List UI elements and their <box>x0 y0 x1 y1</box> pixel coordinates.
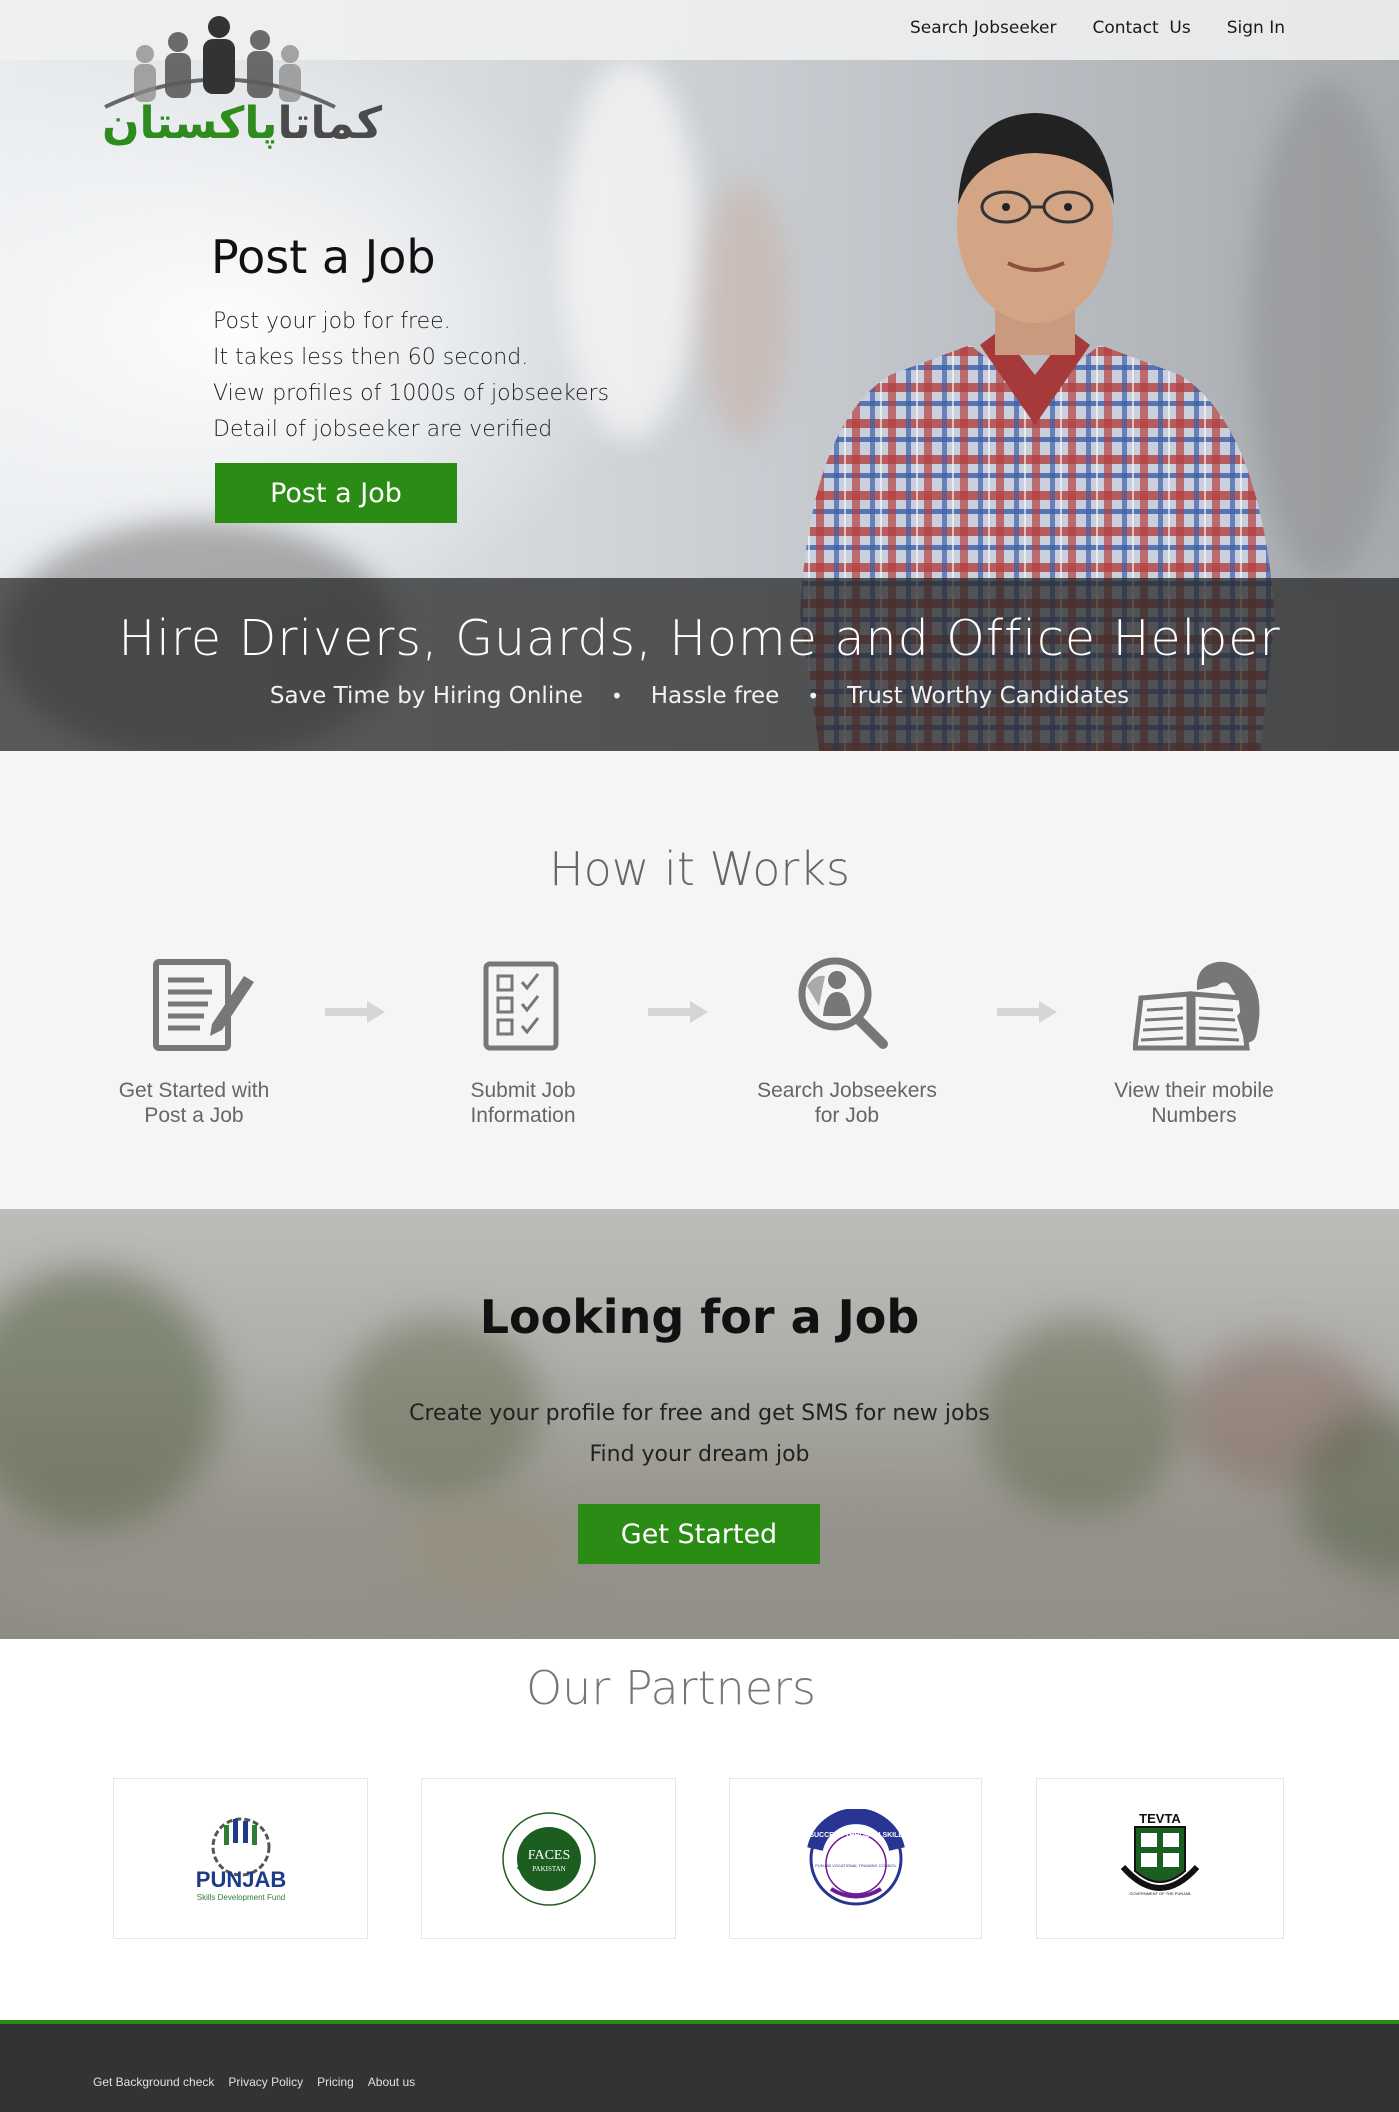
punjab-logo-text: PUNJAB <box>195 1867 285 1892</box>
nav-search-jobseeker[interactable]: Search Jobseeker <box>910 18 1056 38</box>
looking-for-job-title: Looking for a Job <box>479 1290 920 1344</box>
step-label: Get Started with Post a Job <box>84 1078 304 1128</box>
bullet-separator: • <box>610 684 623 708</box>
partners-title: Our Partners <box>525 1661 817 1715</box>
bullet-separator: • <box>807 684 820 708</box>
footer-link-background-check[interactable]: Get Background check <box>93 2075 214 2089</box>
arrow-right-icon <box>325 1001 385 1023</box>
hero-line: It takes less then 60 second. <box>213 345 529 370</box>
tevta-logo: TEVTA GOVERNMENT OF THE PUNJAB <box>1120 1811 1200 1896</box>
partner-card[interactable]: SUCCESS THROUGH SKILL PUNJAB VOCATIONAL … <box>729 1778 982 1939</box>
step-label: Submit Job Information <box>413 1078 633 1128</box>
logo-text-green: پاکستان <box>102 98 278 149</box>
hire-banner-title: Hire Drivers, Guards, Home and Office He… <box>118 610 1281 667</box>
post-job-button[interactable]: Post a Job <box>215 463 457 523</box>
get-started-button[interactable]: Get Started <box>578 1504 820 1564</box>
how-it-works-title: How it Works <box>549 842 850 896</box>
pvtc-logo-text: PUNJAB VOCATIONAL TRAINING COUNCIL <box>815 1863 897 1868</box>
pvtc-logo: SUCCESS THROUGH SKILL PUNJAB VOCATIONAL … <box>806 1808 905 1905</box>
hero-line: Detail of jobseeker are verified <box>213 417 553 442</box>
tevta-logo-text: TEVTA <box>1139 1811 1181 1826</box>
hire-benefit: Save Time by Hiring Online <box>269 683 583 709</box>
footer-link-pricing[interactable]: Pricing <box>317 2075 354 2089</box>
step-label: View their mobile Numbers <box>1084 1078 1304 1128</box>
step-label-line: for Job <box>814 1104 880 1127</box>
step-label-line: Information <box>470 1104 576 1127</box>
faces-logo-subtext: PAKISTAN <box>532 1865 565 1873</box>
logo-text-dark: کماتا <box>277 98 383 149</box>
document-pen-icon <box>153 959 254 1051</box>
arrow-right-icon <box>997 1001 1057 1023</box>
step-label: Search Jobseekers for Job <box>737 1078 957 1128</box>
search-person-icon <box>798 957 888 1049</box>
faces-pakistan-logo: FACES PAKISTAN <box>501 1811 596 1906</box>
hero-line: View profiles of 1000s of jobseekers <box>213 381 610 406</box>
hire-benefit: Trust Worthy Candidates <box>847 683 1130 709</box>
logo-text: کماتاپاکستان <box>102 98 382 149</box>
looking-for-job-line: Find your dream job <box>589 1442 810 1467</box>
background-blur <box>700 180 790 440</box>
arrow-right-icon <box>648 1001 708 1023</box>
hero-title: Post a Job <box>211 230 436 284</box>
partner-card[interactable]: TEVTA GOVERNMENT OF THE PUNJAB <box>1036 1778 1284 1939</box>
punjab-logo-subtext: Skills Development Fund <box>196 1893 284 1902</box>
nav-contact-us[interactable]: Contact Us <box>1092 18 1190 38</box>
hire-banner-subtitle: Save Time by Hiring Online • Hassle free • T… <box>0 683 1399 709</box>
main-nav: Search Jobseeker Contact Us Sign In <box>874 18 1285 38</box>
step-label-line: Submit Job <box>470 1079 576 1102</box>
step-label-line: Numbers <box>1151 1104 1237 1127</box>
partner-card[interactable]: FACES PAKISTAN <box>421 1778 676 1939</box>
nav-sign-in[interactable]: Sign In <box>1227 18 1285 38</box>
partner-card[interactable]: PUNJAB Skills Development Fund <box>113 1778 368 1939</box>
punjab-skills-logo: PUNJAB Skills Development Fund <box>195 1817 286 1902</box>
footer-link-privacy-policy[interactable]: Privacy Policy <box>228 2075 303 2089</box>
looking-for-job-line: Create your profile for free and get SMS… <box>409 1401 990 1426</box>
pvtc-logo-ring-text: SUCCESS THROUGH SKILL <box>809 1832 903 1839</box>
step-label-line: Get Started with <box>118 1079 270 1102</box>
hire-benefit: Hassle free <box>650 683 780 709</box>
phone-book-icon <box>1133 961 1260 1051</box>
footer-link-about-us[interactable]: About us <box>368 2075 415 2089</box>
step-label-line: Post a Job <box>144 1104 244 1127</box>
faces-logo-text: FACES <box>527 1848 570 1863</box>
hero-section: Search Jobseeker Contact Us Sign In کمات… <box>0 0 1399 751</box>
step-label-line: View their mobile <box>1114 1079 1274 1102</box>
step-label-line: Search Jobseekers <box>757 1079 937 1102</box>
hero-description: Post your job for free. It takes less th… <box>213 304 609 448</box>
footer <box>0 2024 1399 2112</box>
footer-links: Get Background check Privacy Policy Pric… <box>93 2075 429 2089</box>
checklist-icon <box>483 961 559 1051</box>
hero-line: Post your job for free. <box>213 309 451 334</box>
tevta-logo-ring-text: GOVERNMENT OF THE PUNJAB <box>1129 1891 1191 1896</box>
